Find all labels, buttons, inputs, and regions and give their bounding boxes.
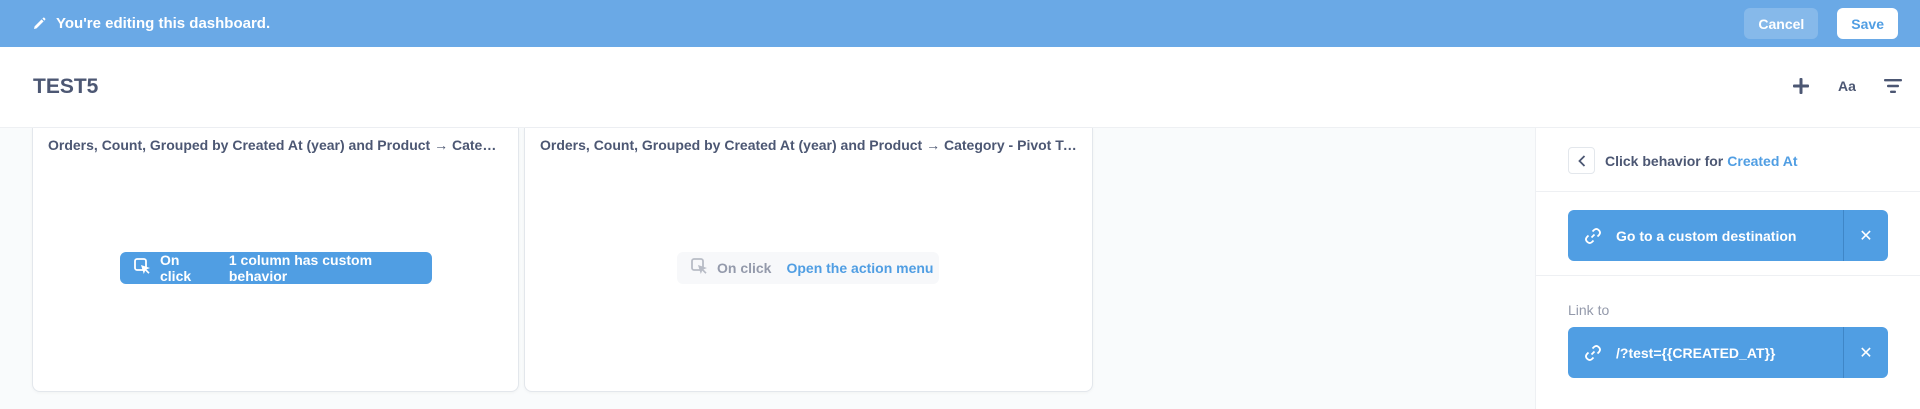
dashboard-header: TEST5 Aa [0, 47, 1920, 128]
sidebar-heading-prefix: Click behavior for [1605, 152, 1724, 169]
card-title: Orders, Count, Grouped by Created At (ye… [48, 137, 503, 153]
on-click-value: 1 column has custom behavior [228, 252, 373, 284]
on-click-value: Open the action menu [786, 260, 934, 276]
destination-type-pill[interactable]: Go to a custom destination ✕ [1568, 210, 1888, 261]
close-icon[interactable]: ✕ [1843, 327, 1888, 378]
edit-mode-message: You're editing this dashboard. [56, 15, 271, 32]
card-title: Orders, Count, Grouped by Created At (ye… [540, 137, 1077, 153]
sidebar-header: Click behavior for Created At [1568, 147, 1798, 174]
dashboard-card[interactable]: Orders, Count, Grouped by Created At (ye… [524, 128, 1093, 392]
text-card-button[interactable]: Aa [1834, 75, 1860, 97]
link-url-pill[interactable]: /?test={{CREATED_AT}} ✕ [1568, 327, 1888, 378]
plus-icon[interactable] [1790, 75, 1812, 97]
close-icon[interactable]: ✕ [1843, 210, 1888, 261]
chevron-left-icon[interactable] [1568, 147, 1595, 174]
on-click-label: On click [717, 260, 772, 276]
cursor-click-icon [691, 257, 709, 279]
dashboard-title[interactable]: TEST5 [33, 75, 98, 99]
sidebar-heading: Click behavior for Created At [1605, 153, 1798, 169]
divider [1536, 191, 1920, 192]
link-icon [1584, 344, 1602, 362]
link-to-label: Link to [1568, 302, 1610, 318]
click-behavior-button[interactable]: On click 1 column has custom behavior [120, 252, 432, 284]
click-behavior-sidebar: Click behavior for Created At Go to a cus… [1535, 128, 1920, 409]
save-button[interactable]: Save [1837, 8, 1898, 39]
header-toolbar: Aa [1790, 75, 1904, 97]
edit-mode-banner: You're editing this dashboard. Cancel Sa… [0, 0, 1920, 47]
link-icon [1584, 227, 1602, 245]
cancel-button[interactable]: Cancel [1744, 8, 1819, 39]
column-name: Created At [1727, 152, 1798, 169]
on-click-label: On click [160, 252, 192, 284]
dashboard-card[interactable]: Orders, Count, Grouped by Created At (ye… [32, 128, 519, 392]
click-behavior-button[interactable]: On click Open the action menu [677, 252, 939, 284]
pencil-icon [32, 17, 46, 31]
divider [1536, 275, 1920, 276]
link-value: /?test={{CREATED_AT}} [1616, 344, 1776, 361]
destination-label: Go to a custom destination [1616, 227, 1797, 244]
cursor-click-icon [134, 257, 152, 279]
edit-actions: Cancel Save [1744, 8, 1898, 39]
filter-icon[interactable] [1882, 75, 1904, 97]
